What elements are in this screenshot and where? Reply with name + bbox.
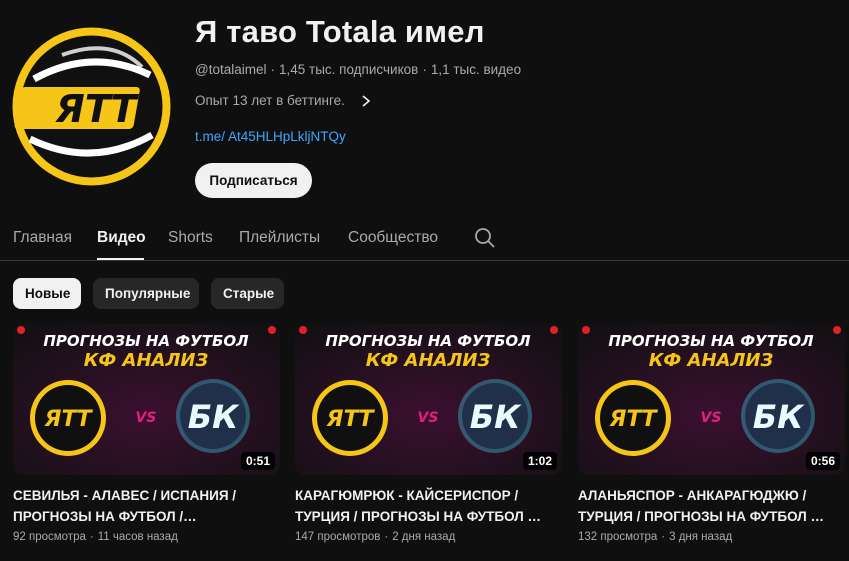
video-views: 147 просмотров bbox=[295, 531, 381, 543]
tab-home[interactable]: Главная bbox=[13, 229, 72, 247]
channel-description[interactable]: Опыт 13 лет в беттинге. bbox=[195, 93, 373, 108]
channel-avatar[interactable]: ЯТТ bbox=[12, 27, 171, 186]
video-age: 2 дня назад bbox=[392, 531, 456, 543]
thumb-vs: VS bbox=[418, 410, 439, 426]
avatar-logo-text: ЯТТ bbox=[54, 87, 139, 131]
filter-oldest[interactable]: Старые bbox=[211, 278, 284, 309]
thumb-line2: КФ АНАЛИЗ bbox=[649, 350, 774, 371]
thumb-line1: ПРОГНОЗЫ НА ФУТБОЛ bbox=[608, 332, 814, 350]
video-title[interactable]: КАРАГЮМРЮК - КАЙСЕРИСПОР / ТУРЦИЯ / ПРОГ… bbox=[295, 485, 562, 527]
video-duration: 0:51 bbox=[240, 452, 275, 470]
video-thumbnail[interactable]: ПРОГНОЗЫ НА ФУТБОЛ КФ АНАЛИЗ ЯТТ VS БК 0… bbox=[578, 324, 845, 475]
video-age: 3 дня назад bbox=[669, 531, 733, 543]
filter-popular[interactable]: Популярные bbox=[93, 278, 199, 309]
channel-tabs: Главная Видео Shorts Плейлисты Сообществ… bbox=[0, 214, 849, 261]
video-thumbnail[interactable]: ПРОГНОЗЫ НА ФУТБОЛ КФ АНАЛИЗ ЯТТ VS БК 1… bbox=[295, 324, 562, 475]
thumb-right-logo: БК bbox=[188, 398, 240, 436]
description-text: Опыт 13 лет в беттинге. bbox=[195, 93, 345, 108]
video-meta: 92 просмотра · 11 часов назад bbox=[13, 531, 280, 543]
subscribe-button[interactable]: Подписаться bbox=[195, 163, 312, 198]
tab-videos[interactable]: Видео bbox=[97, 229, 146, 247]
tab-community[interactable]: Сообщество bbox=[348, 229, 438, 247]
video-duration: 0:56 bbox=[805, 452, 840, 470]
channel-title: Я таво Totala имел bbox=[195, 14, 485, 49]
thumb-right-logo: БК bbox=[753, 398, 805, 436]
meta-separator: · bbox=[422, 62, 427, 77]
active-tab-indicator bbox=[97, 258, 144, 260]
video-card[interactable]: ПРОГНОЗЫ НА ФУТБОЛ КФ АНАЛИЗ ЯТТ VS БК 0… bbox=[578, 324, 845, 543]
channel-handle: @totalaimel bbox=[195, 62, 267, 77]
tab-shorts[interactable]: Shorts bbox=[168, 229, 213, 247]
video-count: 1,1 тыс. видео bbox=[430, 62, 522, 77]
video-views: 132 просмотра bbox=[578, 531, 658, 543]
channel-header: ЯТТ Я таво Totala имел @totalaimel · 1,45 … bbox=[0, 0, 849, 200]
video-meta: 132 просмотра · 3 дня назад bbox=[578, 531, 845, 543]
meta-separator: · bbox=[661, 531, 666, 543]
filter-newest[interactable]: Новые bbox=[13, 278, 81, 309]
video-title[interactable]: АЛАНЬЯСПОР - АНКАРАГЮДЖЮ / ТУРЦИЯ / ПРОГ… bbox=[578, 485, 845, 527]
thumb-right-logo: БК bbox=[470, 398, 522, 436]
thumb-left-logo: ЯТТ bbox=[326, 407, 376, 432]
tab-playlists[interactable]: Плейлисты bbox=[239, 229, 320, 247]
thumb-vs: VS bbox=[701, 410, 722, 426]
subscriber-count: 1,45 тыс. подписчиков bbox=[278, 62, 419, 77]
video-age: 11 часов назад bbox=[97, 531, 178, 543]
thumb-line1: ПРОГНОЗЫ НА ФУТБОЛ bbox=[325, 332, 531, 350]
video-title[interactable]: СЕВИЛЬЯ - АЛАВЕС / ИСПАНИЯ / ПРОГНОЗЫ НА… bbox=[13, 485, 280, 527]
video-duration: 1:02 bbox=[522, 452, 557, 470]
chevron-right-icon bbox=[362, 94, 371, 107]
video-meta: 147 просмотров · 2 дня назад bbox=[295, 531, 562, 543]
channel-meta: @totalaimel · 1,45 тыс. подписчиков · 1,1 ты… bbox=[195, 62, 521, 77]
meta-separator: · bbox=[270, 62, 275, 77]
thumb-line2: КФ АНАЛИЗ bbox=[84, 350, 209, 371]
video-thumbnail[interactable]: ПРОГНОЗЫ НА ФУТБОЛ КФ АНАЛИЗ ЯТТ VS БК 0… bbox=[13, 324, 280, 475]
video-views: 92 просмотра bbox=[13, 531, 86, 543]
thumb-line1: ПРОГНОЗЫ НА ФУТБОЛ bbox=[43, 332, 249, 350]
thumb-left-logo: ЯТТ bbox=[609, 407, 659, 432]
meta-separator: · bbox=[89, 531, 94, 543]
thumb-vs: VS bbox=[136, 410, 157, 426]
video-card[interactable]: ПРОГНОЗЫ НА ФУТБОЛ КФ АНАЛИЗ ЯТТ VS БК 0… bbox=[13, 324, 280, 543]
search-icon[interactable] bbox=[474, 227, 496, 249]
channel-link[interactable]: t.me/ At45HLHpLkljNTQy bbox=[195, 129, 346, 144]
thumb-left-logo: ЯТТ bbox=[44, 407, 94, 432]
video-card[interactable]: ПРОГНОЗЫ НА ФУТБОЛ КФ АНАЛИЗ ЯТТ VS БК 1… bbox=[295, 324, 562, 543]
meta-separator: · bbox=[384, 531, 389, 543]
thumb-line2: КФ АНАЛИЗ bbox=[366, 350, 491, 371]
